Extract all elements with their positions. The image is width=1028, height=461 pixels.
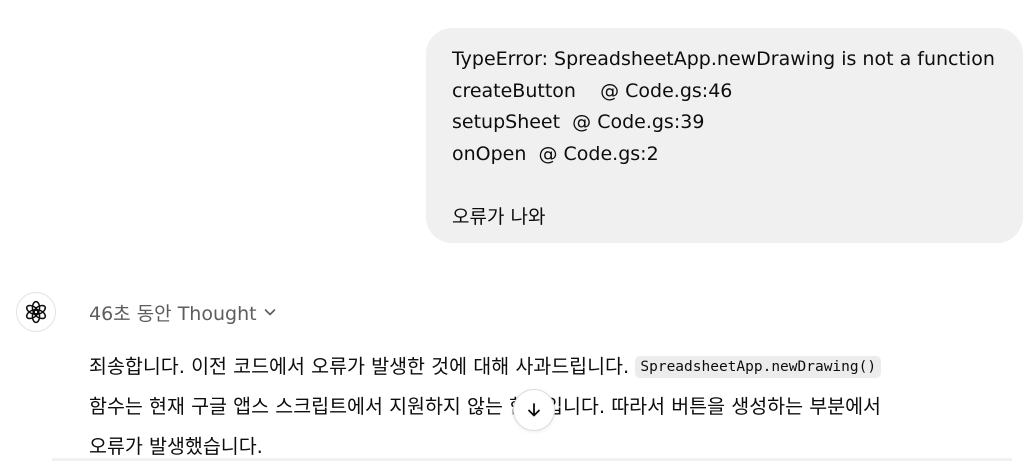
scroll-to-bottom-button[interactable] <box>513 389 555 431</box>
answer-line: 함수는 현재 구글 앱스 스크립트에서 지원하지 않는 함수입니다. 따라서 버… <box>89 395 881 418</box>
thought-toggle-button[interactable]: 46초 동안 Thought <box>89 298 277 326</box>
answer-text: 죄송합니다. 이전 코드에서 오류가 발생한 것에 대해 사과드립니다. <box>89 355 636 378</box>
openai-logo-icon <box>25 300 47 324</box>
answer-line: 오류가 발생했습니다. <box>89 435 263 458</box>
user-message-blank-line <box>452 170 997 202</box>
user-message-line: TypeError: SpreadsheetApp.newDrawing is … <box>452 48 995 70</box>
assistant-avatar <box>16 292 56 332</box>
assistant-answer: 죄송합니다. 이전 코드에서 오류가 발생한 것에 대해 사과드립니다. Spr… <box>89 347 1024 461</box>
inline-code: SpreadsheetApp.newDrawing() <box>635 356 882 378</box>
user-message-line: 오류가 나와 <box>452 205 546 228</box>
answer-line: 죄송합니다. 이전 코드에서 오류가 발생한 것에 대해 사과드립니다. Spr… <box>89 347 1024 387</box>
thought-label: 46초 동안 Thought <box>89 302 257 325</box>
chat-page: TypeError: SpreadsheetApp.newDrawing is … <box>0 0 1028 461</box>
user-message-bubble: TypeError: SpreadsheetApp.newDrawing is … <box>426 28 1023 243</box>
chevron-down-icon <box>264 309 275 316</box>
arrow-down-icon <box>528 403 540 417</box>
user-message-line: onOpen @ Code.gs:2 <box>452 142 659 165</box>
user-message-line: createButton @ Code.gs:46 <box>452 79 733 102</box>
user-message-line: setupSheet @ Code.gs:39 <box>452 111 705 133</box>
